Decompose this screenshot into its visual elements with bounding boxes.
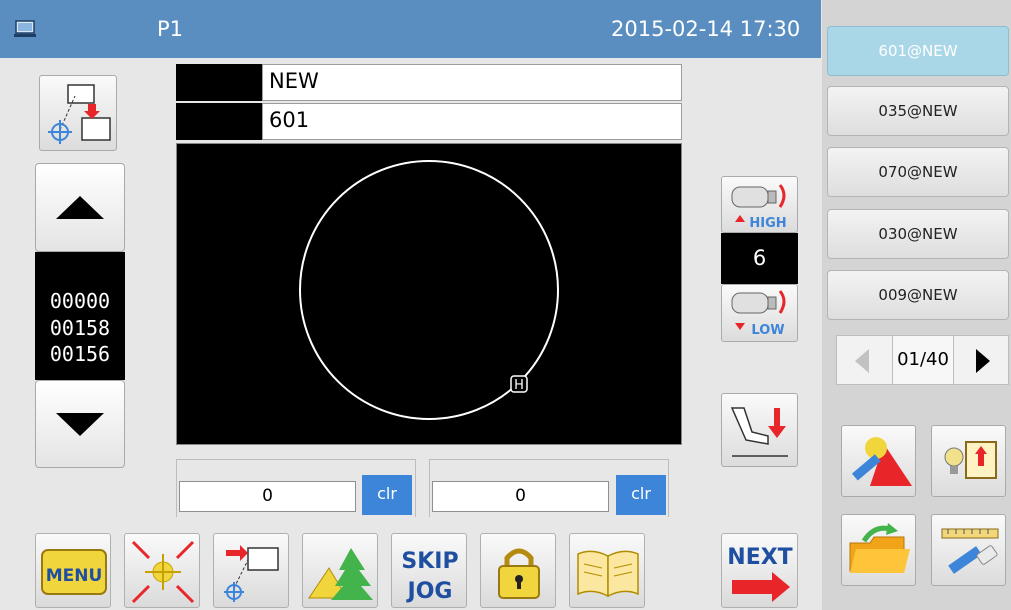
file-item-030[interactable]: 030@NEW (827, 209, 1009, 259)
file-item-label: 009@NEW (878, 286, 958, 304)
ruler-pencil-icon (941, 528, 999, 574)
jog-label: JOG (406, 579, 453, 604)
open-folder-button[interactable] (841, 514, 916, 586)
file-item-label: 035@NEW (878, 102, 958, 120)
scroll-up-button[interactable] (35, 163, 125, 252)
page-prev-button[interactable] (836, 335, 893, 385)
pattern-preview: H (299, 160, 559, 420)
title-bar: P1 2015-02-14 17:30 (0, 0, 821, 58)
file-item-label: 601@NEW (878, 42, 958, 60)
speed-value: 6 (721, 233, 798, 284)
return-origin-button[interactable] (213, 533, 289, 608)
menu-button[interactable]: MENU (35, 533, 111, 608)
lock-icon (498, 548, 540, 599)
file-item-070[interactable]: 070@NEW (827, 147, 1009, 197)
shape-edit-button[interactable] (841, 425, 916, 497)
next-button[interactable]: NEXT (721, 533, 798, 608)
shapes-icon (851, 437, 912, 486)
file-item-label: 070@NEW (878, 163, 958, 181)
home-marker-label: H (514, 378, 524, 393)
file-item-035[interactable]: 035@NEW (827, 86, 1009, 136)
folder-icon (849, 523, 910, 573)
counter-1-field[interactable]: 0 (179, 481, 356, 512)
origin-icon (224, 545, 279, 602)
file-item-601[interactable]: 601@NEW (827, 26, 1009, 76)
computer-icon (14, 20, 36, 37)
page-next-button[interactable] (953, 335, 1009, 385)
skip-label: SKIP (401, 549, 458, 574)
next-label: NEXT (727, 545, 792, 570)
coord-line: 00158 (49, 316, 111, 340)
presser-foot-button[interactable] (721, 393, 798, 467)
counter-1-clear-button[interactable]: clr (362, 475, 412, 515)
triangle-left-icon (855, 349, 869, 373)
menu-icon: MENU (41, 549, 107, 595)
presser-foot-icon (730, 407, 788, 457)
file-item-009[interactable]: 009@NEW (827, 270, 1009, 320)
counter-2-field[interactable]: 0 (432, 481, 609, 512)
triangle-down-icon (56, 413, 104, 436)
measure-edit-button[interactable] (931, 514, 1006, 586)
book-icon (577, 550, 639, 598)
hint-button[interactable] (931, 425, 1006, 497)
skip-jog-button[interactable]: SKIP JOG (391, 533, 467, 608)
origin-move-button[interactable] (39, 75, 117, 151)
speed-high-icon: HIGH (731, 184, 787, 231)
center-needle-button[interactable] (124, 533, 200, 608)
tree-mountain-icon (308, 548, 373, 600)
coord-line: 00156 (49, 342, 111, 366)
scenery-button[interactable] (302, 533, 378, 608)
speed-high-label: HIGH (749, 216, 786, 231)
file-item-label: 030@NEW (878, 225, 958, 243)
lightbulb-icon (944, 441, 997, 479)
coordinate-display: 00000 00158 00156 (35, 252, 125, 380)
page-indicator: 01/40 (893, 335, 953, 385)
scroll-down-button[interactable] (35, 380, 125, 468)
speed-low-button[interactable]: LOW (721, 284, 798, 342)
speed-low-label: LOW (751, 323, 784, 338)
origin-move-icon (48, 84, 111, 144)
pattern-canvas[interactable]: H (176, 143, 682, 445)
next-arrow-icon: NEXT (727, 545, 793, 602)
speed-high-button[interactable]: HIGH (721, 176, 798, 233)
manual-button[interactable] (569, 533, 645, 608)
name-label-cell (176, 64, 262, 101)
number-label-cell (176, 103, 262, 140)
pattern-name-field[interactable]: NEW (262, 64, 682, 101)
pattern-number-field[interactable]: 601 (262, 103, 682, 140)
triangle-up-icon (56, 196, 104, 219)
skip-jog-icon: SKIP JOG (401, 549, 458, 604)
triangle-right-icon (976, 349, 990, 373)
lock-button[interactable] (480, 533, 556, 608)
coord-line: 00000 (49, 289, 111, 313)
counter-2-clear-button[interactable]: clr (616, 475, 666, 515)
screen-title: P1 (157, 17, 184, 41)
menu-label: MENU (46, 566, 103, 586)
datetime: 2015-02-14 17:30 (611, 17, 801, 41)
sun-arrows-icon (131, 540, 195, 604)
speed-low-icon: LOW (731, 290, 786, 338)
